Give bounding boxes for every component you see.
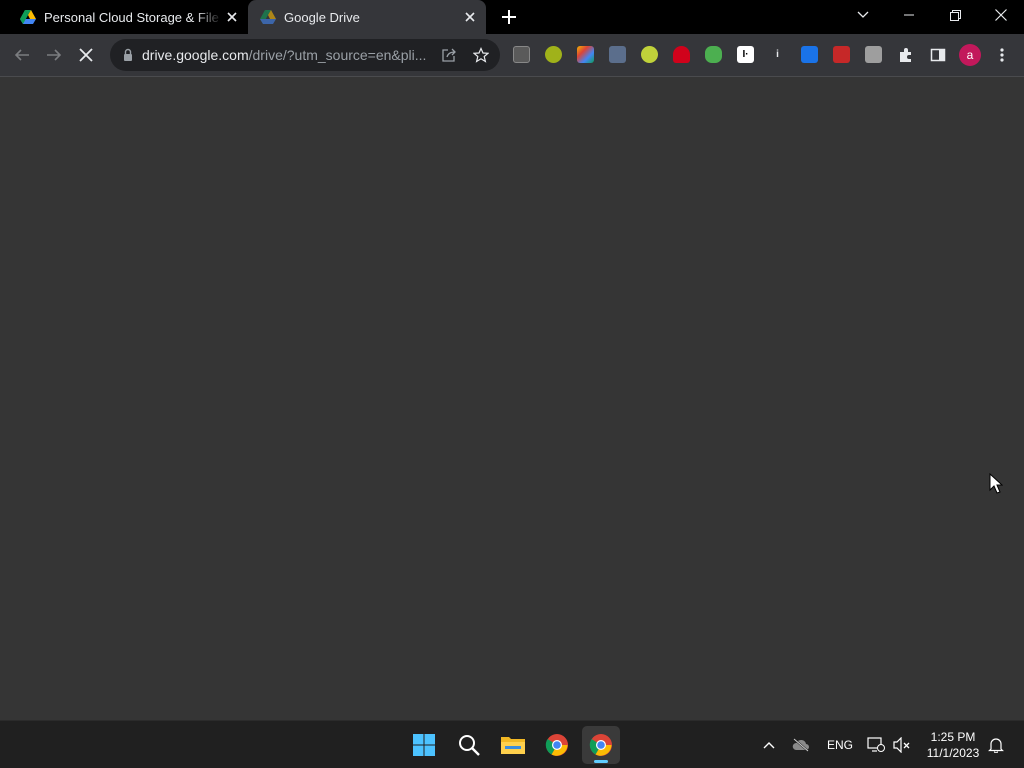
tab-title: Personal Cloud Storage & File Sharing [44, 9, 222, 25]
google-drive-icon [260, 10, 276, 24]
extension-1-icon[interactable] [513, 46, 530, 63]
extension-7-icon[interactable] [705, 46, 722, 63]
windows-start-icon [413, 734, 435, 756]
url-text: drive.google.com/drive/?utm_source=en&pl… [142, 47, 432, 63]
extensions-button[interactable] [894, 43, 918, 67]
close-tab-icon[interactable] [460, 7, 480, 27]
puzzle-icon [900, 48, 911, 62]
tab-title: Google Drive [284, 9, 360, 25]
extension-5-icon[interactable] [641, 46, 658, 63]
back-button[interactable] [10, 43, 34, 67]
volume-muted-icon [893, 737, 910, 753]
system-clock[interactable]: 1:25 PM 11/1/2023 [918, 729, 988, 761]
tab-personal-cloud-storage[interactable]: Personal Cloud Storage & File Sharing [8, 0, 248, 34]
url-path: /drive/?utm_source=en&pli... [248, 47, 427, 63]
lock-icon [124, 48, 132, 61]
arrow-right-icon [47, 49, 62, 61]
extension-4-icon[interactable] [609, 46, 626, 63]
plus-icon [502, 10, 516, 24]
chrome-icon [545, 734, 568, 756]
tab-strip: Personal Cloud Storage & File Sharing Go… [0, 0, 1024, 34]
volume-tray-button[interactable] [892, 735, 912, 755]
side-panel-button[interactable] [926, 43, 950, 67]
chrome-menu-button[interactable] [990, 43, 1014, 67]
chrome-taskbar-button[interactable] [538, 726, 576, 764]
extension-9-icon[interactable]: i [769, 46, 786, 63]
profile-avatar[interactable]: a [959, 44, 981, 66]
extension-10-icon[interactable] [801, 46, 818, 63]
minimize-button[interactable] [886, 0, 932, 30]
onedrive-tray-button[interactable] [791, 735, 811, 755]
show-hidden-icons-button[interactable] [759, 735, 779, 755]
tab-google-drive[interactable]: Google Drive [248, 0, 486, 34]
network-disconnected-icon [867, 737, 885, 752]
restore-icon [949, 9, 961, 21]
extension-8-icon[interactable]: I· [737, 46, 754, 63]
taskbar-search-button[interactable] [450, 726, 488, 764]
extension-3-icon[interactable] [577, 46, 594, 63]
search-icon [459, 735, 480, 756]
close-icon [995, 9, 1007, 21]
cloud-offline-icon [792, 738, 809, 752]
chevron-up-icon [763, 742, 775, 749]
address-bar[interactable]: drive.google.com/drive/?utm_source=en&pl… [110, 39, 500, 71]
bookmark-star-icon[interactable] [472, 46, 490, 64]
chrome-icon [589, 734, 612, 756]
new-tab-button[interactable] [497, 5, 521, 29]
chevron-down-icon [857, 11, 869, 18]
close-tab-icon[interactable] [222, 7, 242, 27]
more-vertical-icon [1000, 48, 1004, 62]
extension-6-icon[interactable] [673, 46, 690, 63]
restore-button[interactable] [932, 0, 978, 30]
notifications-button[interactable] [986, 735, 1006, 755]
file-explorer-icon [501, 737, 525, 754]
stop-loading-button[interactable] [74, 43, 98, 67]
chrome-active-taskbar-button[interactable] [582, 726, 620, 764]
network-tray-button[interactable] [866, 735, 886, 755]
file-explorer-button[interactable] [494, 726, 532, 764]
share-icon[interactable] [440, 46, 458, 64]
mouse-cursor-icon [989, 473, 1003, 494]
bell-icon [988, 738, 1004, 753]
extension-12-icon[interactable] [865, 46, 882, 63]
tab-search-button[interactable] [840, 0, 886, 30]
google-drive-icon [20, 10, 36, 24]
clock-date: 11/1/2023 [926, 746, 980, 760]
clock-time: 1:25 PM [930, 730, 976, 744]
extension-11-icon[interactable] [833, 46, 850, 63]
minimize-icon [904, 14, 914, 16]
input-language-indicator[interactable]: ENG [827, 738, 853, 752]
url-host: drive.google.com [142, 47, 249, 63]
active-app-indicator [594, 760, 608, 763]
browser-toolbar: drive.google.com/drive/?utm_source=en&pl… [0, 34, 1024, 77]
start-button[interactable] [405, 726, 443, 764]
arrow-left-icon [14, 49, 29, 61]
side-panel-icon [930, 48, 946, 62]
windows-taskbar: ENG 1:25 PM 11/1/2023 [0, 720, 1024, 768]
extension-2-icon[interactable] [545, 46, 562, 63]
stop-icon [79, 48, 93, 62]
page-content-loading [0, 77, 1024, 720]
forward-button[interactable] [42, 43, 66, 67]
close-window-button[interactable] [978, 0, 1024, 30]
